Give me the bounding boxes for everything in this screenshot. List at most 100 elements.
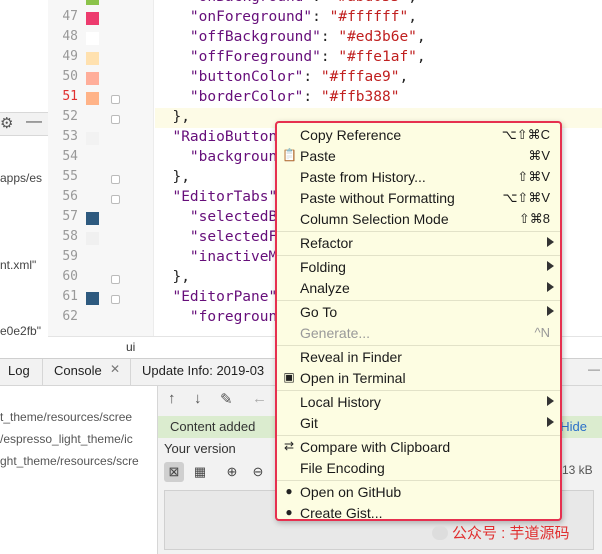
color-swatch-icon[interactable] xyxy=(86,292,99,305)
minimize-icon[interactable]: — xyxy=(588,362,600,376)
line-number[interactable]: 46 xyxy=(48,0,78,4)
menu-item-label: Git xyxy=(300,415,318,431)
line-number[interactable]: 61 xyxy=(48,289,78,304)
menu-item-column-selection-mode[interactable]: Column Selection Mode ⇧⌘8 xyxy=(277,209,560,230)
fold-marker-icon[interactable] xyxy=(111,295,120,304)
zoom-in-icon[interactable]: ⊕ xyxy=(222,462,242,482)
fold-marker-icon[interactable] xyxy=(111,115,120,124)
arrow-down-icon[interactable]: ↓ xyxy=(194,390,202,407)
color-swatch-icon[interactable] xyxy=(86,52,99,65)
menu-item-local-history[interactable]: Local History xyxy=(277,392,560,413)
breadcrumb-item[interactable]: ui xyxy=(126,340,135,354)
menu-item-label: Generate... xyxy=(300,325,371,341)
arrow-left-icon[interactable]: ← xyxy=(252,390,267,407)
line-number[interactable]: 52 xyxy=(48,109,78,124)
color-swatch-icon[interactable] xyxy=(86,72,99,85)
code-line[interactable]: }, xyxy=(155,169,189,185)
menu-item-shortcut: ⇧⌘8 xyxy=(518,211,550,226)
color-swatch-icon[interactable] xyxy=(86,92,99,105)
menu-item-create-gist[interactable]: ● Create Gist... xyxy=(277,503,560,524)
fold-marker-icon[interactable] xyxy=(111,175,120,184)
menu-item-go-to[interactable]: Go To xyxy=(277,302,560,323)
color-swatch-icon[interactable] xyxy=(86,32,99,45)
code-line[interactable]: "offBackground": "#ed3b6e", xyxy=(155,29,426,45)
menu-item-analyze[interactable]: Analyze xyxy=(277,278,560,299)
menu-item-paste-from-history[interactable]: Paste from History... ⇧⌘V xyxy=(277,167,560,188)
close-icon[interactable]: ✕ xyxy=(110,362,120,376)
menu-item-generate[interactable]: Generate... ^N xyxy=(277,323,560,344)
code-line[interactable]: "selectedFo xyxy=(155,229,286,245)
tab-console[interactable]: Console xyxy=(54,363,102,378)
color-swatch-icon[interactable] xyxy=(86,232,99,245)
menu-item-compare-with-clipboard[interactable]: ⇄ Compare with Clipboard xyxy=(277,437,560,458)
menu-item-label: Paste without Formatting xyxy=(300,190,455,206)
line-number[interactable]: 48 xyxy=(48,29,78,44)
menu-item-paste-without-formatting[interactable]: Paste without Formatting ⌥⇧⌘V xyxy=(277,188,560,209)
fold-marker-icon[interactable] xyxy=(111,195,120,204)
collapse-icon[interactable]: — xyxy=(26,113,42,131)
code-line[interactable]: "onForeground": "#ffffff", xyxy=(155,9,417,25)
code-line[interactable]: "inactiveMa xyxy=(155,249,286,265)
hide-link[interactable]: Hide xyxy=(560,419,587,434)
grid-icon[interactable]: ▦ xyxy=(190,462,210,482)
code-line[interactable]: "onBackground": "#abd055", xyxy=(155,0,417,5)
code-line[interactable]: "selectedBa xyxy=(155,209,286,225)
tab-update-info[interactable]: Update Info: 2019-03 xyxy=(142,363,264,378)
code-line[interactable]: }, xyxy=(155,109,189,125)
menu-item-open-in-terminal[interactable]: ▣ Open in Terminal xyxy=(277,368,560,389)
tab-log[interactable]: Log xyxy=(8,363,30,378)
line-number[interactable]: 53 xyxy=(48,129,78,144)
line-number[interactable]: 49 xyxy=(48,49,78,64)
list-item[interactable]: /espresso_light_theme/ic xyxy=(0,432,133,446)
code-line[interactable]: "offForeground": "#ffe1af", xyxy=(155,49,426,65)
menu-item-copy-reference[interactable]: Copy Reference ⌥⇧⌘C xyxy=(277,125,560,146)
list-item[interactable]: t_theme/resources/scree xyxy=(0,410,132,424)
menu-item-folding[interactable]: Folding xyxy=(277,257,560,278)
arrow-up-icon[interactable]: ↑ xyxy=(168,390,176,407)
line-number[interactable]: 51 xyxy=(48,89,78,104)
project-file-text[interactable]: nt.xml" xyxy=(0,258,36,272)
menu-item-open-on-github[interactable]: ● Open on GitHub xyxy=(277,482,560,503)
zoom-out-icon[interactable]: ⊖ xyxy=(248,462,268,482)
line-number[interactable]: 57 xyxy=(48,209,78,224)
color-swatch-icon[interactable] xyxy=(86,12,99,25)
code-line[interactable]: "EditorPane": xyxy=(155,289,286,305)
list-item[interactable]: ght_theme/resources/scre xyxy=(0,454,139,468)
project-panel: ⚙ — apps/es nt.xml" e0e2fb" xyxy=(0,0,48,352)
line-number[interactable]: 56 xyxy=(48,189,78,204)
fit-icon[interactable]: ⊠ xyxy=(164,462,184,482)
line-number[interactable]: 60 xyxy=(48,269,78,284)
edit-icon[interactable]: ✎ xyxy=(220,390,233,408)
color-swatch-icon[interactable] xyxy=(86,132,99,145)
menu-item-label: Open in Terminal xyxy=(300,370,406,386)
menu-item-file-encoding[interactable]: File Encoding xyxy=(277,458,560,479)
menu-item-git[interactable]: Git xyxy=(277,413,560,434)
line-number[interactable]: 55 xyxy=(48,169,78,184)
line-number[interactable]: 54 xyxy=(48,149,78,164)
fold-marker-icon[interactable] xyxy=(111,95,120,104)
menu-item-refactor[interactable]: Refactor xyxy=(277,233,560,254)
code-line[interactable]: "foreground xyxy=(155,309,286,325)
code-line[interactable]: "EditorTabs": xyxy=(155,189,286,205)
watermark-text: 公众号 : 芋道源码 xyxy=(452,525,570,542)
code-line[interactable]: "borderColor": "#ffb388" xyxy=(155,89,400,105)
code-line[interactable]: "background xyxy=(155,149,286,165)
project-path-text[interactable]: apps/es xyxy=(0,171,42,185)
line-number[interactable]: 47 xyxy=(48,9,78,24)
fold-marker-icon[interactable] xyxy=(111,275,120,284)
line-number[interactable]: 59 xyxy=(48,249,78,264)
line-number[interactable]: 62 xyxy=(48,309,78,324)
menu-item-paste[interactable]: 📋 Paste ⌘V xyxy=(277,146,560,167)
project-value-text[interactable]: e0e2fb" xyxy=(0,324,41,338)
menu-item-label: Local History xyxy=(300,394,381,410)
color-swatch-icon[interactable] xyxy=(86,212,99,225)
menu-separator xyxy=(277,480,560,481)
menu-item-reveal-in-finder[interactable]: Reveal in Finder xyxy=(277,347,560,368)
gear-icon[interactable]: ⚙ xyxy=(0,114,13,132)
code-line[interactable]: }, xyxy=(155,269,189,285)
line-number[interactable]: 58 xyxy=(48,229,78,244)
code-line[interactable]: "buttonColor": "#fffae9", xyxy=(155,69,408,85)
color-swatch-icon[interactable] xyxy=(86,0,99,5)
line-number[interactable]: 50 xyxy=(48,69,78,84)
code-line[interactable]: "RadioButton": xyxy=(155,129,294,145)
